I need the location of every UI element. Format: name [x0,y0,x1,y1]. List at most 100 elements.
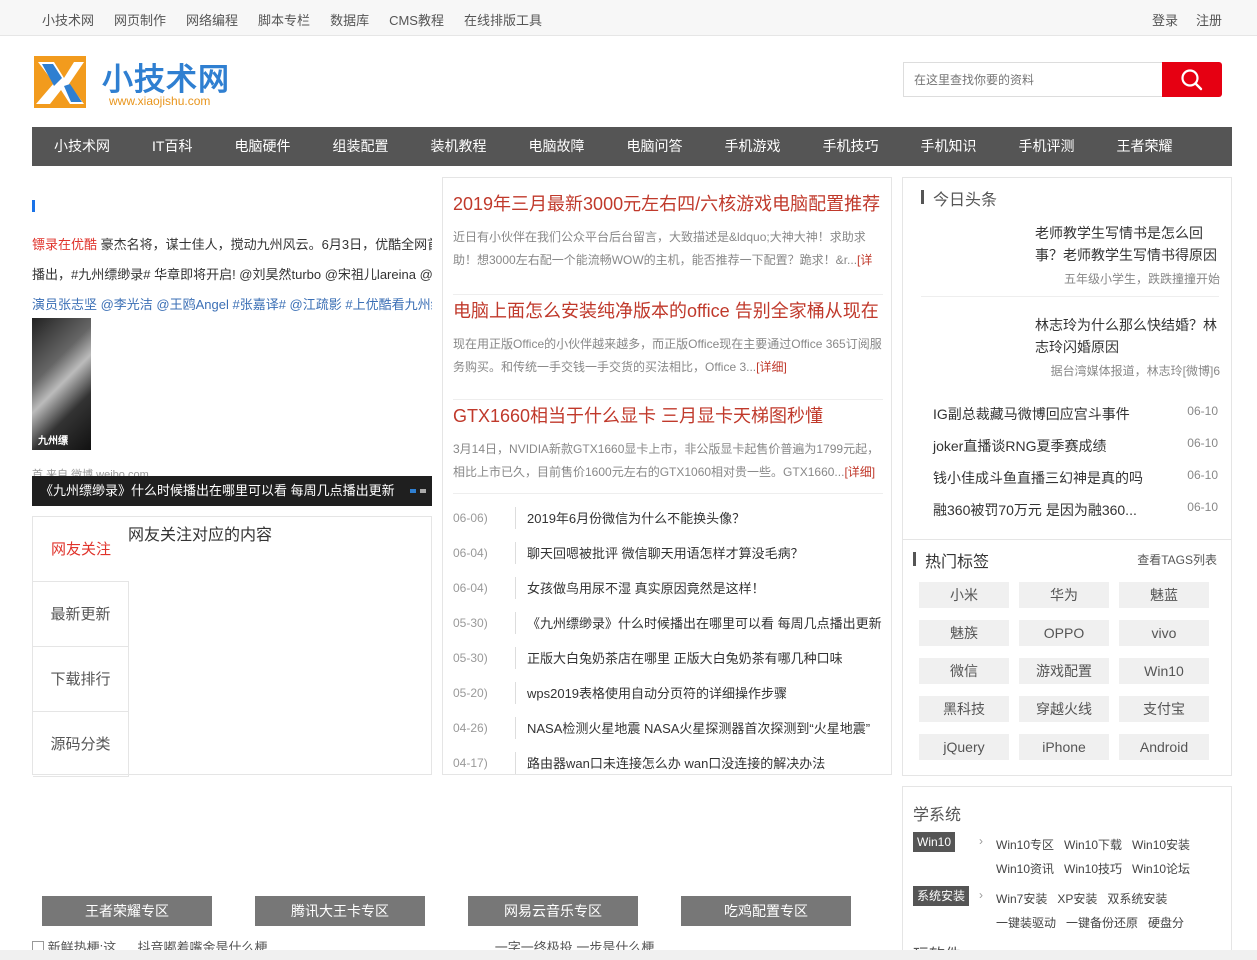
top-link-cms[interactable]: CMS教程 [389,10,444,29]
list-item[interactable]: 06-06) 2019年6月份微信为什么不能换头像？ [453,500,883,535]
slider-dot[interactable] [420,489,426,493]
headline-row[interactable]: 融360被罚70万元 是因为融360... 06-10 [933,500,1218,520]
top-link-home[interactable]: 小技术网 [42,10,94,29]
top-link-programming[interactable]: 网络编程 [186,10,238,29]
headline-title[interactable]: IG副总裁藏马微博回应宫斗事件 [933,404,1130,424]
tab-source[interactable]: 源码分类 [33,712,129,777]
news-item[interactable]: 老师教学生写情书是怎么回事？老师教学生写情书得原因 五年级小学生，跌跌撞撞开始 [1035,222,1220,289]
list-title[interactable]: 2019年6月份微信为什么不能换头像？ [527,508,883,527]
list-item[interactable]: 05-30) 正版大白兔奶茶店在哪里 正版大白兔奶茶有哪几种口味 [453,640,883,675]
top-links: 小技术网 网页制作 网络编程 脚本专栏 数据库 CMS教程 在线排版工具 [42,10,542,29]
list-item[interactable]: 05-20) wps2019表格使用自动分页符的详细操作步骤 [453,675,883,710]
tag-item[interactable]: 小米 [919,582,1009,608]
tag-item[interactable]: Android [1119,734,1209,760]
tag-item[interactable]: 魅蓝 [1119,582,1209,608]
tag-item[interactable]: 穿越火线 [1019,696,1109,722]
list-title[interactable]: 女孩做鸟用尿不湿 真实原因竟然是这样！ [527,578,883,597]
system-link[interactable]: 硬盘分 [1148,911,1184,935]
system-link[interactable]: Win10下载 [1064,833,1122,857]
top-link-webdesign[interactable]: 网页制作 [114,10,166,29]
nav-item-it[interactable]: IT百科 [131,127,213,166]
top-link-editor[interactable]: 在线排版工具 [464,10,542,29]
search-button[interactable] [1162,62,1222,97]
list-item[interactable]: 06-04) 聊天回嗯被批评 微信聊天用语怎样才算没毛病？ [453,535,883,570]
article-more-link[interactable]: [详 [857,253,872,267]
zone-pubg-config-button[interactable]: 吃鸡配置专区 [681,896,851,926]
system-link[interactable]: Win7安装 [996,887,1047,911]
top-link-database[interactable]: 数据库 [330,10,369,29]
horizontal-scrollbar[interactable] [0,950,1257,960]
tag-item[interactable]: 华为 [1019,582,1109,608]
news-title[interactable]: 老师教学生写情书是怎么回事？老师教学生写情书得原因 [1035,222,1220,266]
list-title[interactable]: wps2019表格使用自动分页符的详细操作步骤 [527,683,883,702]
news-item[interactable]: 林志玲为什么那么快结婚？林志玲闪婚原因 据台湾媒体报道，林志玲[微博]6 [1035,314,1220,381]
image-slider[interactable]: 镖录在优酷 豪杰名将，谋士佳人，搅动九州风云。6月3日，优酷全网首 播出，#九州… [32,180,432,506]
article-title[interactable]: 2019年三月最新3000元左右四/六核游戏电脑配置推荐 [453,194,880,214]
headline-row[interactable]: joker直播谈RNG夏季赛成绩 06-10 [933,436,1218,456]
register-link[interactable]: 注册 [1196,10,1222,29]
tag-item[interactable]: iPhone [1019,734,1109,760]
system-link[interactable]: 一键装驱动 [996,911,1056,935]
nav-item-hardware[interactable]: 电脑硬件 [213,127,311,166]
list-item[interactable]: 04-17) 路由器wan口未连接怎么办 wan口没连接的解决办法 [453,745,883,780]
system-link[interactable]: Win10资讯 [996,857,1054,881]
search-input[interactable] [903,62,1163,97]
tab-follow[interactable]: 网友关注 [33,517,129,582]
system-link[interactable]: XP安装 [1057,887,1097,911]
headline-title[interactable]: joker直播谈RNG夏季赛成绩 [933,436,1106,456]
nav-item-build[interactable]: 组装配置 [311,127,409,166]
list-title[interactable]: 聊天回嗯被批评 微信聊天用语怎样才算没毛病？ [527,543,883,562]
zone-honor-of-kings-button[interactable]: 王者荣耀专区 [42,896,212,926]
site-logo[interactable]: 小技术网 www.xiaojishu.com [34,54,244,112]
system-link[interactable]: Win10技巧 [1064,857,1122,881]
list-item[interactable]: 04-26) NASA检测火星地震 NASA火星探测器首次探测到“火星地震” [453,710,883,745]
list-item[interactable]: 05-30) 《九州缥缈录》什么时候播出在哪里可以看 每周几点播出更新 [453,605,883,640]
nav-item-mobile-games[interactable]: 手机游戏 [703,127,801,166]
nav-item-mobile-review[interactable]: 手机评测 [997,127,1095,166]
zone-tencent-card-button[interactable]: 腾讯大王卡专区 [255,896,425,926]
system-link[interactable]: 一键备份还原 [1066,911,1138,935]
headline-row[interactable]: 钱小佳成斗鱼直播三幻神是真的吗 06-10 [933,468,1218,488]
system-link[interactable]: Win10专区 [996,833,1054,857]
article-title[interactable]: 电脑上面怎么安装纯净版本的office 告别全家桶从现在 [453,297,883,323]
nav-item-qa[interactable]: 电脑问答 [605,127,703,166]
system-link[interactable]: Win10安装 [1132,833,1190,857]
headline-row[interactable]: IG副总裁藏马微博回应宫斗事件 06-10 [933,404,1218,424]
slider-dot[interactable] [410,489,416,493]
list-item[interactable]: 06-04) 女孩做鸟用尿不湿 真实原因竟然是这样！ [453,570,883,605]
zone-netease-music-button[interactable]: 网易云音乐专区 [468,896,638,926]
nav-item-fault[interactable]: 电脑故障 [507,127,605,166]
system-link[interactable]: Win10论坛 [1132,857,1190,881]
tag-item[interactable]: jQuery [919,734,1009,760]
list-title[interactable]: 正版大白兔奶茶店在哪里 正版大白兔奶茶有哪几种口味 [527,648,883,667]
tag-item[interactable]: vivo [1119,620,1209,646]
top-link-script[interactable]: 脚本专栏 [258,10,310,29]
nav-item-home[interactable]: 小技术网 [32,127,131,166]
list-title[interactable]: 路由器wan口未连接怎么办 wan口没连接的解决办法 [527,753,883,772]
tag-item[interactable]: 微信 [919,658,1009,684]
tab-latest[interactable]: 最新更新 [33,582,129,647]
headline-title[interactable]: 钱小佳成斗鱼直播三幻神是真的吗 [933,468,1143,488]
article-title[interactable]: GTX1660相当于什么显卡 三月显卡天梯图秒懂 [453,402,883,428]
nav-item-mobile-tips[interactable]: 手机技巧 [801,127,899,166]
tag-item[interactable]: 支付宝 [1119,696,1209,722]
tag-item[interactable]: Win10 [1119,658,1209,684]
tag-item[interactable]: 魅族 [919,620,1009,646]
slider-caption[interactable]: 《九州缥缈录》什么时候播出在哪里可以看 每周几点播出更新 [32,476,432,506]
headline-title[interactable]: 融360被罚70万元 是因为融360... [933,500,1137,520]
list-title[interactable]: 《九州缥缈录》什么时候播出在哪里可以看 每周几点播出更新 [527,613,883,632]
nav-item-honor-of-kings[interactable]: 王者荣耀 [1095,127,1193,166]
article-more-link[interactable]: [详细] [756,360,787,374]
tag-item[interactable]: OPPO [1019,620,1109,646]
tags-list-link[interactable]: 查看TAGS列表 [1137,551,1217,568]
system-link[interactable]: 双系统安装 [1107,887,1167,911]
list-title[interactable]: NASA检测火星地震 NASA火星探测器首次探测到“火星地震” [527,718,883,737]
login-link[interactable]: 登录 [1152,10,1178,29]
nav-item-mobile-knowledge[interactable]: 手机知识 [899,127,997,166]
tag-item[interactable]: 黑科技 [919,696,1009,722]
article-more-link[interactable]: [详细] [844,465,875,479]
news-title[interactable]: 林志玲为什么那么快结婚？林志玲闪婚原因 [1035,314,1220,358]
tab-downloads[interactable]: 下载排行 [33,647,129,712]
nav-item-install[interactable]: 装机教程 [409,127,507,166]
tag-item[interactable]: 游戏配置 [1019,658,1109,684]
